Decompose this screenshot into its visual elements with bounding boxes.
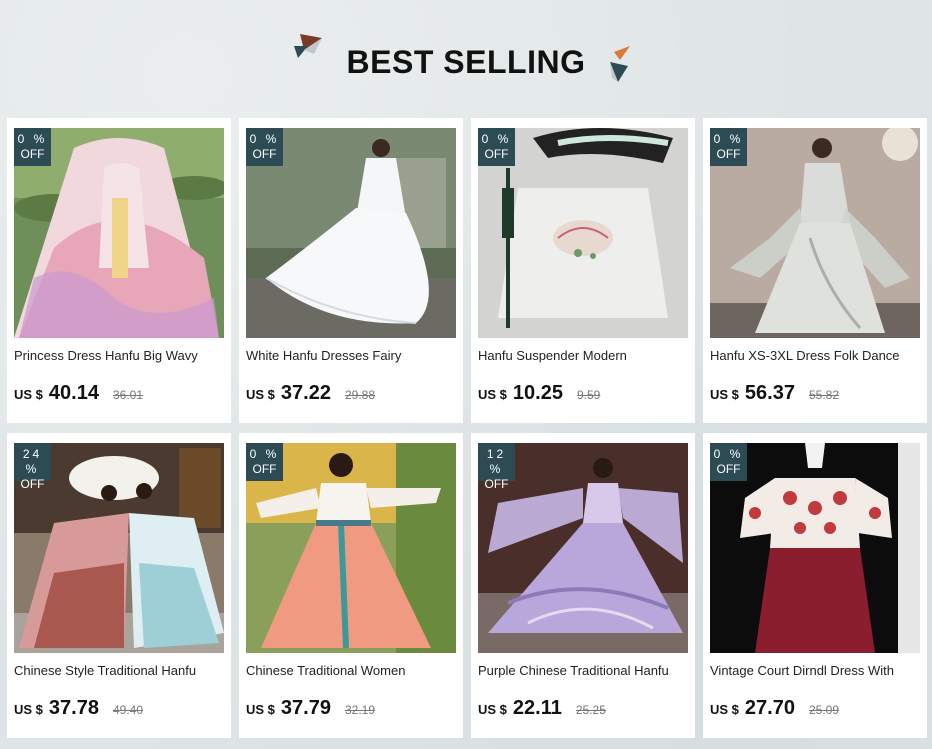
product-name[interactable]: Chinese Traditional Women	[246, 663, 458, 678]
original-price: 9.59	[576, 388, 601, 402]
decorative-triangles-right	[610, 46, 630, 82]
discount-badge: 0 % OFF	[478, 128, 515, 166]
discount-percent: 0 %	[249, 447, 280, 461]
original-price: 25.25	[575, 703, 606, 717]
current-price: 10.25	[512, 382, 563, 404]
discount-badge: 12 % OFF	[478, 443, 515, 491]
current-price: 56.37	[744, 382, 795, 404]
discount-off-label: OFF	[252, 462, 277, 476]
price-row: US $ 37.22 29.88	[246, 382, 375, 405]
discount-badge: 0 % OFF	[246, 443, 283, 481]
product-name[interactable]: Hanfu Suspender Modern	[478, 348, 690, 363]
discount-percent: 0 %	[249, 132, 280, 146]
discount-badge: 0 % OFF	[246, 128, 283, 166]
currency-label: US $	[710, 702, 739, 717]
discount-off-label: OFF	[716, 147, 741, 161]
discount-percent: 24 %	[22, 447, 43, 476]
product-name[interactable]: Vintage Court Dirndl Dress With	[710, 663, 922, 678]
current-price: 40.14	[48, 382, 99, 404]
discount-badge: 0 % OFF	[710, 128, 747, 166]
original-price: 29.88	[344, 388, 375, 402]
product-name[interactable]: Chinese Style Traditional Hanfu	[14, 663, 226, 678]
product-name[interactable]: Hanfu XS-3XL Dress Folk Dance	[710, 348, 922, 363]
discount-off-label: OFF	[716, 462, 741, 476]
current-price: 37.79	[280, 697, 331, 719]
product-name[interactable]: White Hanfu Dresses Fairy	[246, 348, 458, 363]
currency-label: US $	[14, 387, 43, 402]
discount-off-label: OFF	[484, 147, 509, 161]
product-card[interactable]: 0 % OFF Vintage Court Dirndl Dress With …	[703, 433, 927, 738]
discount-percent: 12 %	[486, 447, 507, 476]
currency-label: US $	[478, 702, 507, 717]
product-name[interactable]: Purple Chinese Traditional Hanfu	[478, 663, 690, 678]
product-grid: 0 % OFF Princess Dress Hanfu Big Wavy US…	[7, 118, 927, 738]
discount-badge: 0 % OFF	[710, 443, 747, 481]
original-price: 25.09	[808, 703, 839, 717]
discount-off-label: OFF	[20, 477, 45, 491]
price-row: US $ 37.79 32.19	[246, 697, 375, 720]
price-row: US $ 40.14 36.01	[14, 382, 143, 405]
discount-percent: 0 %	[17, 132, 48, 146]
original-price: 55.82	[808, 388, 839, 402]
current-price: 27.70	[744, 697, 795, 719]
currency-label: US $	[14, 702, 43, 717]
discount-off-label: OFF	[252, 147, 277, 161]
discount-off-label: OFF	[484, 477, 509, 491]
discount-percent: 0 %	[713, 132, 744, 146]
price-row: US $ 22.11 25.25	[478, 697, 606, 720]
current-price: 22.11	[512, 697, 562, 719]
current-price: 37.78	[48, 697, 99, 719]
price-row: US $ 56.37 55.82	[710, 382, 839, 405]
original-price: 36.01	[112, 388, 143, 402]
discount-badge: 0 % OFF	[14, 128, 51, 166]
product-card[interactable]: 0 % OFF Chinese Traditional Women US $ 37…	[239, 433, 463, 738]
product-card[interactable]: 0 % OFF Hanfu Suspender Modern US $ 10.25…	[471, 118, 695, 423]
discount-badge: 24 % OFF	[14, 443, 51, 491]
page-title: BEST SELLING	[346, 44, 586, 80]
price-row: US $ 37.78 49.40	[14, 697, 143, 720]
discount-percent: 0 %	[713, 447, 744, 461]
product-card[interactable]: 0 % OFF White Hanfu Dresses Fairy US $ 37…	[239, 118, 463, 423]
product-card[interactable]: 24 % OFF Chinese Style Traditional Hanfu…	[7, 433, 231, 738]
price-row: US $ 27.70 25.09	[710, 697, 839, 720]
currency-label: US $	[246, 387, 275, 402]
discount-off-label: OFF	[20, 147, 45, 161]
currency-label: US $	[710, 387, 739, 402]
product-name[interactable]: Princess Dress Hanfu Big Wavy	[14, 348, 226, 363]
original-price: 32.19	[344, 703, 375, 717]
price-row: US $ 10.25 9.59	[478, 382, 600, 405]
product-card[interactable]: 12 % OFF Purple Chinese Traditional Hanf…	[471, 433, 695, 738]
current-price: 37.22	[280, 382, 331, 404]
product-card[interactable]: 0 % OFF Princess Dress Hanfu Big Wavy US…	[7, 118, 231, 423]
discount-percent: 0 %	[481, 132, 512, 146]
original-price: 49.40	[112, 703, 143, 717]
currency-label: US $	[478, 387, 507, 402]
currency-label: US $	[246, 702, 275, 717]
product-card[interactable]: 0 % OFF Hanfu XS-3XL Dress Folk Dance US…	[703, 118, 927, 423]
section-header: BEST SELLING	[0, 0, 932, 118]
